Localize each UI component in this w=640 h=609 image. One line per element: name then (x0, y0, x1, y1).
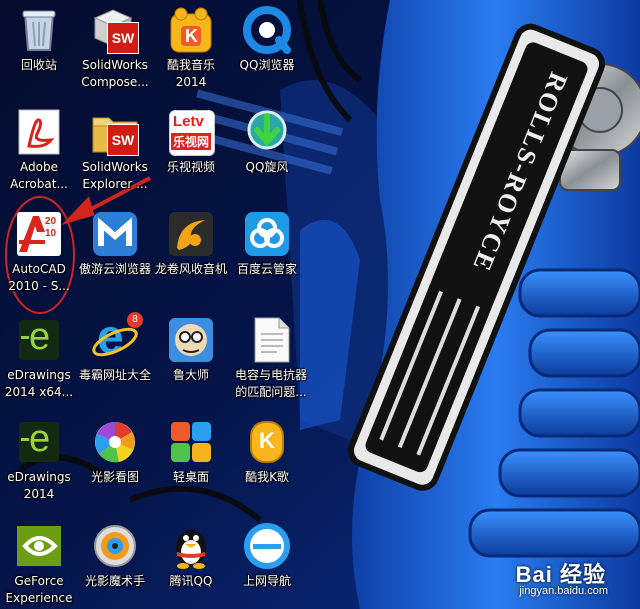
photo-magic-icon (91, 522, 139, 570)
desktop-icon-label: 电容与电抗器 的匹配问题... (234, 368, 307, 399)
desktop-icon-label: SolidWorks Compose... (81, 58, 149, 89)
baidu-cloud-icon (243, 210, 291, 258)
desktop-icon-label: QQ旋风 (245, 160, 289, 174)
kuwo-letter: K (185, 26, 198, 46)
desktop-icon-ludashi[interactable]: 鲁大师 (152, 316, 230, 384)
desktop-icon-label: 傲游云浏览器 (78, 262, 151, 276)
desktop-icon-label: eDrawings 2014 x64... (4, 368, 74, 399)
desktop-icon-qq-browser[interactable]: QQ浏览器 (228, 6, 306, 74)
ie-icon: e 8 (91, 311, 143, 364)
desktop-icon-letv[interactable]: Letv 乐视网 乐视视频 (152, 108, 230, 176)
desktop-icon-label: 回收站 (20, 58, 57, 72)
photo-viewer-icon (91, 418, 139, 466)
adobe-acrobat-icon (15, 108, 63, 156)
qq-penguin-icon (167, 522, 215, 570)
desktop-icon-label: QQ浏览器 (239, 58, 295, 72)
wallpaper: ROLLS-ROYCE (0, 0, 640, 609)
desktop-icon-label: GeForce Experience (5, 574, 73, 605)
desktop-icon-label: AutoCAD 2010 - S... (8, 262, 70, 293)
desktop-icon-edrawings[interactable]: e eDrawings 2014 (0, 418, 78, 503)
desktop-icon-autocad[interactable]: 20 10 AutoCAD 2010 - S... (0, 210, 78, 295)
kuwo-music-icon: K (167, 6, 215, 54)
desktop: ROLLS-ROYCE 回收站 SW SolidWorks Compose...… (0, 0, 640, 609)
desktop-icon-label: 光影魔术手 (84, 574, 145, 588)
autocad-icon: 20 10 (15, 210, 63, 258)
desktop-icon-label: SolidWorks Explorer ... (82, 160, 148, 191)
desktop-icon-label: 龙卷风收音机 (154, 262, 227, 276)
kuwo-ksong-icon: K (243, 418, 291, 466)
letv-logo-text: Letv (173, 113, 204, 130)
desktop-icon-maxthon[interactable]: 傲游云浏览器 (76, 210, 154, 278)
recycle-bin-icon (15, 6, 63, 54)
desktop-icon-label: 酷我K歌 (245, 470, 289, 484)
desktop-icon-baidu-cloud[interactable]: 百度云管家 (228, 210, 306, 278)
edrawings-icon: e (15, 418, 63, 466)
desktop-icon-edrawings-x64[interactable]: e eDrawings 2014 x64... (0, 316, 78, 401)
desktop-icon-light-desktop[interactable]: 轻桌面 (152, 418, 230, 486)
qq-browser-icon (243, 6, 291, 54)
desktop-icon-label: 鲁大师 (172, 368, 209, 382)
desktop-icon-adobe-acrobat[interactable]: Adobe Acrobat... (0, 108, 78, 193)
desktop-icon-photo-magic[interactable]: 光影魔术手 (76, 522, 154, 590)
desktop-icon-label: 百度云管家 (236, 262, 297, 276)
desktop-icon-label: Adobe Acrobat... (10, 160, 68, 191)
desktop-icon-label: 毒霸网址大全 (78, 368, 151, 382)
desktop-icon-label: 光影看图 (90, 470, 139, 484)
desktop-icon-label: 轻桌面 (172, 470, 209, 484)
desktop-icon-solidworks-explorer[interactable]: SW SolidWorks Explorer ... (76, 108, 154, 193)
qq-whirlwind-icon (243, 108, 291, 156)
edrawings-letter: e (29, 418, 51, 460)
kuwo-k-letter: K (259, 428, 275, 453)
ie-update-badge: 8 (127, 312, 143, 328)
watermark-url: jingyan.baidu.com (519, 585, 608, 597)
desktop-icon-tornado-radio[interactable]: 龙卷风收音机 (152, 210, 230, 278)
baidu-jingyan-watermark: Bai 经验 jingyan.baidu.com (515, 557, 608, 597)
edrawings-icon: e (15, 316, 63, 364)
desktop-icon-photo-viewer[interactable]: 光影看图 (76, 418, 154, 486)
desktop-icon-text-document[interactable]: 电容与电抗器 的匹配问题... (232, 316, 310, 401)
desktop-icon-label: eDrawings 2014 (7, 470, 71, 501)
desktop-icon-duba-sites[interactable]: e 8 毒霸网址大全 (76, 311, 154, 384)
text-document-icon (247, 316, 295, 364)
solidworks-explorer-icon: SW (91, 108, 139, 156)
desktop-icon-recycle-bin[interactable]: 回收站 (0, 6, 78, 74)
desktop-icon-geforce-experience[interactable]: GeForce Experience (0, 522, 78, 607)
nvidia-geforce-icon (15, 522, 63, 570)
desktop-icon-qq-whirlwind[interactable]: QQ旋风 (228, 108, 306, 176)
watermark-brand: Bai 经验 (515, 562, 606, 587)
light-desktop-icon (167, 418, 215, 466)
desktop-icon-label: 乐视视频 (166, 160, 215, 174)
solidworks-compose-icon: SW (91, 6, 139, 54)
edrawings-letter: e (29, 316, 51, 358)
letv-logo-subtext: 乐视网 (171, 133, 212, 150)
desktop-icon-label: 酷我音乐 2014 (166, 58, 215, 89)
desktop-icon-solidworks-compose[interactable]: SW SolidWorks Compose... (76, 6, 154, 91)
maxthon-icon (91, 210, 139, 258)
desktop-icon-kuwo-ksong[interactable]: K 酷我K歌 (228, 418, 306, 486)
solidworks-badge: SW (107, 124, 139, 156)
desktop-icon-web-navigation[interactable]: 上网导航 (228, 522, 306, 590)
desktop-icon-label: 上网导航 (242, 574, 291, 588)
desktop-icon-tencent-qq[interactable]: 腾讯QQ (152, 522, 230, 590)
letv-icon: Letv 乐视网 (167, 108, 215, 156)
tornado-radio-icon (167, 210, 215, 258)
solidworks-badge: SW (107, 22, 139, 54)
desktop-icon-kuwo-music[interactable]: K 酷我音乐 2014 (152, 6, 230, 91)
autocad-year-bottom: 10 (45, 228, 57, 239)
autocad-year-top: 20 (45, 216, 57, 227)
desktop-icon-label: 腾讯QQ (169, 574, 213, 588)
ludashi-icon (167, 316, 215, 364)
ie-nav-icon (243, 522, 291, 570)
